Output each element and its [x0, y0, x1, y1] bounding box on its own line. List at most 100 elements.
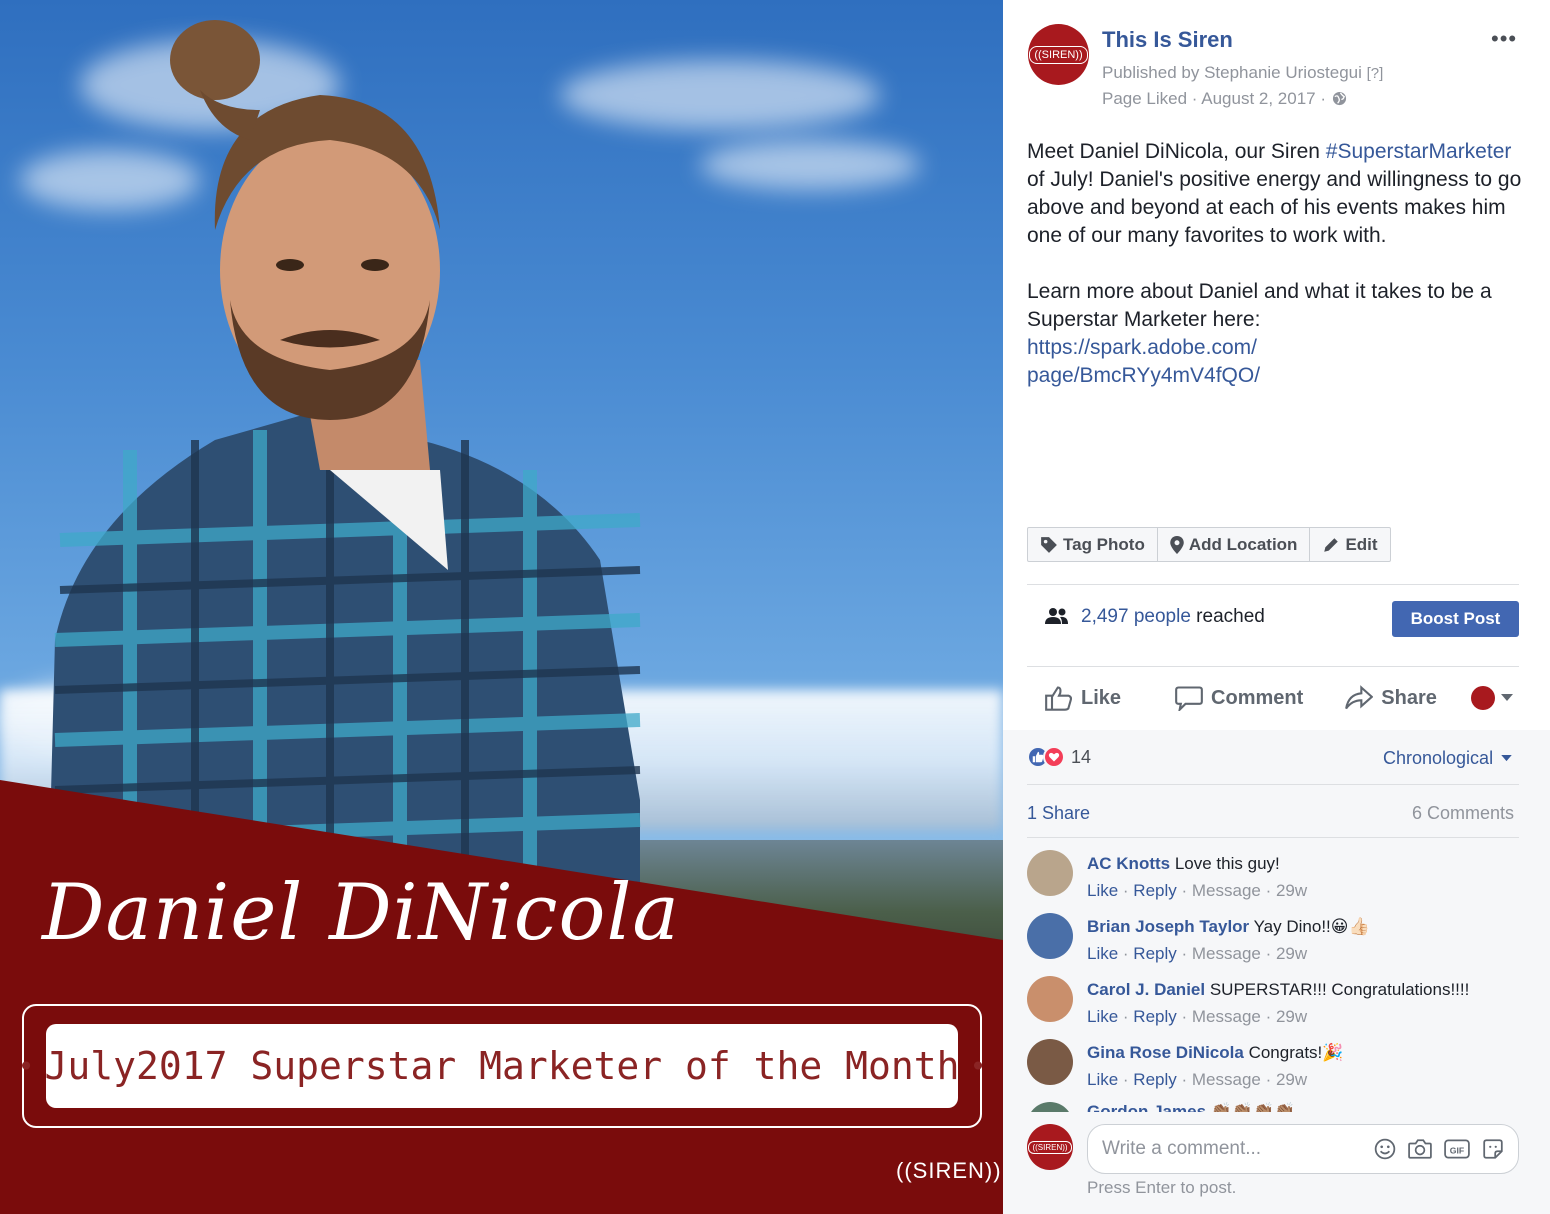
- location-pin-icon: [1170, 535, 1184, 554]
- commenter-name[interactable]: Gordon James 👏🏽👏🏽👏🏽👏🏽: [1087, 1102, 1295, 1112]
- share-arrow-icon: [1345, 685, 1374, 710]
- shares-link[interactable]: 1 Share: [1027, 803, 1090, 824]
- comment-like-link[interactable]: Like: [1087, 944, 1118, 963]
- comment-like-link[interactable]: Like: [1087, 1070, 1118, 1089]
- page-avatar-small: ((SIREN)): [1027, 1124, 1073, 1170]
- post-text-rest: of July! Daniel's positive energy and wi…: [1027, 168, 1522, 247]
- comment-text: Yay Dino!!😀👍🏻: [1253, 917, 1370, 936]
- comments-count-link[interactable]: 6 Comments: [1412, 803, 1514, 824]
- comment-message-link[interactable]: Message: [1192, 1007, 1261, 1026]
- bullet-icon: •: [969, 1049, 987, 1083]
- photo-actions-bar: Tag Photo Add Location Edit: [1027, 527, 1391, 562]
- like-button[interactable]: Like: [1045, 685, 1121, 711]
- share-button[interactable]: Share: [1345, 685, 1437, 711]
- help-link[interactable]: [?]: [1367, 65, 1384, 82]
- commenter-name[interactable]: Gina Rose DiNicola: [1087, 1043, 1244, 1062]
- published-by[interactable]: Published by Stephanie Uriostegui: [1102, 63, 1362, 82]
- commenter-avatar[interactable]: [1027, 913, 1073, 959]
- post-meta: Published by Stephanie Uriostegui [?] Pa…: [1102, 60, 1383, 111]
- tag-photo-button[interactable]: Tag Photo: [1028, 528, 1158, 561]
- divider: [1027, 837, 1519, 838]
- add-location-button[interactable]: Add Location: [1158, 528, 1311, 561]
- comment-message-link[interactable]: Message: [1192, 944, 1261, 963]
- people-icon: [1045, 608, 1068, 624]
- edit-label: Edit: [1345, 534, 1378, 554]
- comment-like-link[interactable]: Like: [1087, 881, 1118, 900]
- comment-reply-link[interactable]: Reply: [1133, 944, 1176, 963]
- commenter-avatar[interactable]: [1027, 850, 1073, 896]
- avatar-logo-text: ((SIREN)): [1028, 1140, 1072, 1154]
- comment-item: Carol J. Daniel SUPERSTAR!!! Congratulat…: [1027, 976, 1519, 1030]
- reaction-summary[interactable]: 14: [1027, 746, 1091, 768]
- commenter-avatar[interactable]: [1027, 1102, 1073, 1112]
- love-reaction-icon: [1043, 746, 1065, 768]
- post-photo[interactable]: Daniel DiNicola • July2017 Superstar Mar…: [0, 0, 1003, 1214]
- pencil-icon: [1324, 537, 1339, 552]
- reach-stats: 2,497 people reached: [1081, 606, 1265, 628]
- post-text-intro: Meet Daniel DiNicola, our Siren: [1027, 140, 1326, 163]
- comment-time[interactable]: 29w: [1276, 944, 1307, 963]
- chevron-down-icon: [1501, 755, 1512, 762]
- divider: [1027, 784, 1519, 785]
- divider: [1027, 584, 1519, 585]
- banner-text: July2017 Superstar Marketer of the Month: [44, 1044, 960, 1088]
- comment-button[interactable]: Comment: [1175, 685, 1303, 711]
- bullet-icon: •: [17, 1049, 35, 1083]
- thumbs-up-icon: [1045, 686, 1073, 711]
- edit-button[interactable]: Edit: [1310, 528, 1389, 561]
- comment-reply-link[interactable]: Reply: [1133, 881, 1176, 900]
- sort-dropdown[interactable]: Chronological: [1383, 748, 1512, 769]
- featured-name-script: Daniel DiNicola: [42, 868, 680, 958]
- commenter-name[interactable]: Brian Joseph Taylor: [1087, 917, 1249, 936]
- gif-icon[interactable]: GIF: [1444, 1138, 1470, 1160]
- tag-photo-label: Tag Photo: [1063, 534, 1145, 554]
- page-name-link[interactable]: This Is Siren: [1102, 27, 1233, 53]
- reach-count-link[interactable]: 2,497 people: [1081, 606, 1191, 627]
- more-options-icon[interactable]: •••: [1491, 26, 1517, 52]
- commenter-avatar[interactable]: [1027, 1039, 1073, 1085]
- reaction-count: 14: [1071, 746, 1092, 767]
- post-text-learn-more: Learn more about Daniel and what it take…: [1027, 280, 1492, 331]
- external-link-continued[interactable]: page/BmcRYy4mV4fQO/: [1027, 364, 1260, 387]
- page-avatar-small: [1470, 686, 1495, 710]
- avatar-logo-text: ((SIREN)): [1029, 45, 1088, 64]
- comment-text: Congrats!🎉: [1248, 1043, 1344, 1062]
- post-body: Meet Daniel DiNicola, our Siren #Superst…: [1027, 138, 1527, 390]
- post-as-selector[interactable]: [1470, 686, 1513, 710]
- commenter-avatar[interactable]: [1027, 976, 1073, 1022]
- commenter-name[interactable]: Carol J. Daniel: [1087, 980, 1205, 999]
- comment-message-link[interactable]: Message: [1192, 1070, 1261, 1089]
- comment-item: AC Knotts Love this guy! Like · Reply · …: [1027, 850, 1519, 904]
- comment-item-partial: Gordon James 👏🏽👏🏽👏🏽👏🏽: [1027, 1102, 1519, 1112]
- camera-icon[interactable]: [1408, 1138, 1432, 1160]
- comment-text: SUPERSTAR!!! Congratulations!!!!: [1209, 980, 1470, 999]
- commenter-name[interactable]: AC Knotts: [1087, 854, 1170, 873]
- reach-suffix: reached: [1190, 606, 1265, 627]
- comment-item: Gina Rose DiNicola Congrats!🎉 Like · Rep…: [1027, 1039, 1519, 1093]
- globe-icon: [1332, 91, 1347, 106]
- comment-message-link[interactable]: Message: [1192, 881, 1261, 900]
- comment-like-link[interactable]: Like: [1087, 1007, 1118, 1026]
- comment-time[interactable]: 29w: [1276, 1007, 1307, 1026]
- like-label: Like: [1081, 686, 1122, 709]
- emoji-icon[interactable]: [1374, 1138, 1396, 1160]
- comment-input-placeholder: Write a comment...: [1102, 1138, 1262, 1159]
- comment-input[interactable]: Write a comment... GIF: [1087, 1124, 1519, 1174]
- boost-post-button[interactable]: Boost Post: [1392, 601, 1519, 637]
- comment-time[interactable]: 29w: [1276, 1070, 1307, 1089]
- page-avatar[interactable]: ((SIREN)): [1028, 24, 1089, 85]
- post-date[interactable]: Page Liked · August 2, 2017 ·: [1102, 86, 1326, 111]
- tag-icon: [1041, 536, 1057, 553]
- sticker-icon[interactable]: [1482, 1138, 1504, 1160]
- gif-label: GIF: [1450, 1145, 1464, 1155]
- comment-reply-link[interactable]: Reply: [1133, 1007, 1176, 1026]
- external-link[interactable]: https://spark.adobe.com/: [1027, 336, 1257, 359]
- post-action-bar: Like Comment Share: [1027, 678, 1519, 718]
- comment-time[interactable]: 29w: [1276, 881, 1307, 900]
- comment-bubble-icon: [1175, 686, 1203, 711]
- share-label: Share: [1381, 686, 1437, 709]
- divider: [1027, 666, 1519, 667]
- comment-reply-link[interactable]: Reply: [1133, 1070, 1176, 1089]
- hashtag-link[interactable]: #SuperstarMarketer: [1326, 140, 1512, 163]
- comment-label: Comment: [1211, 686, 1304, 709]
